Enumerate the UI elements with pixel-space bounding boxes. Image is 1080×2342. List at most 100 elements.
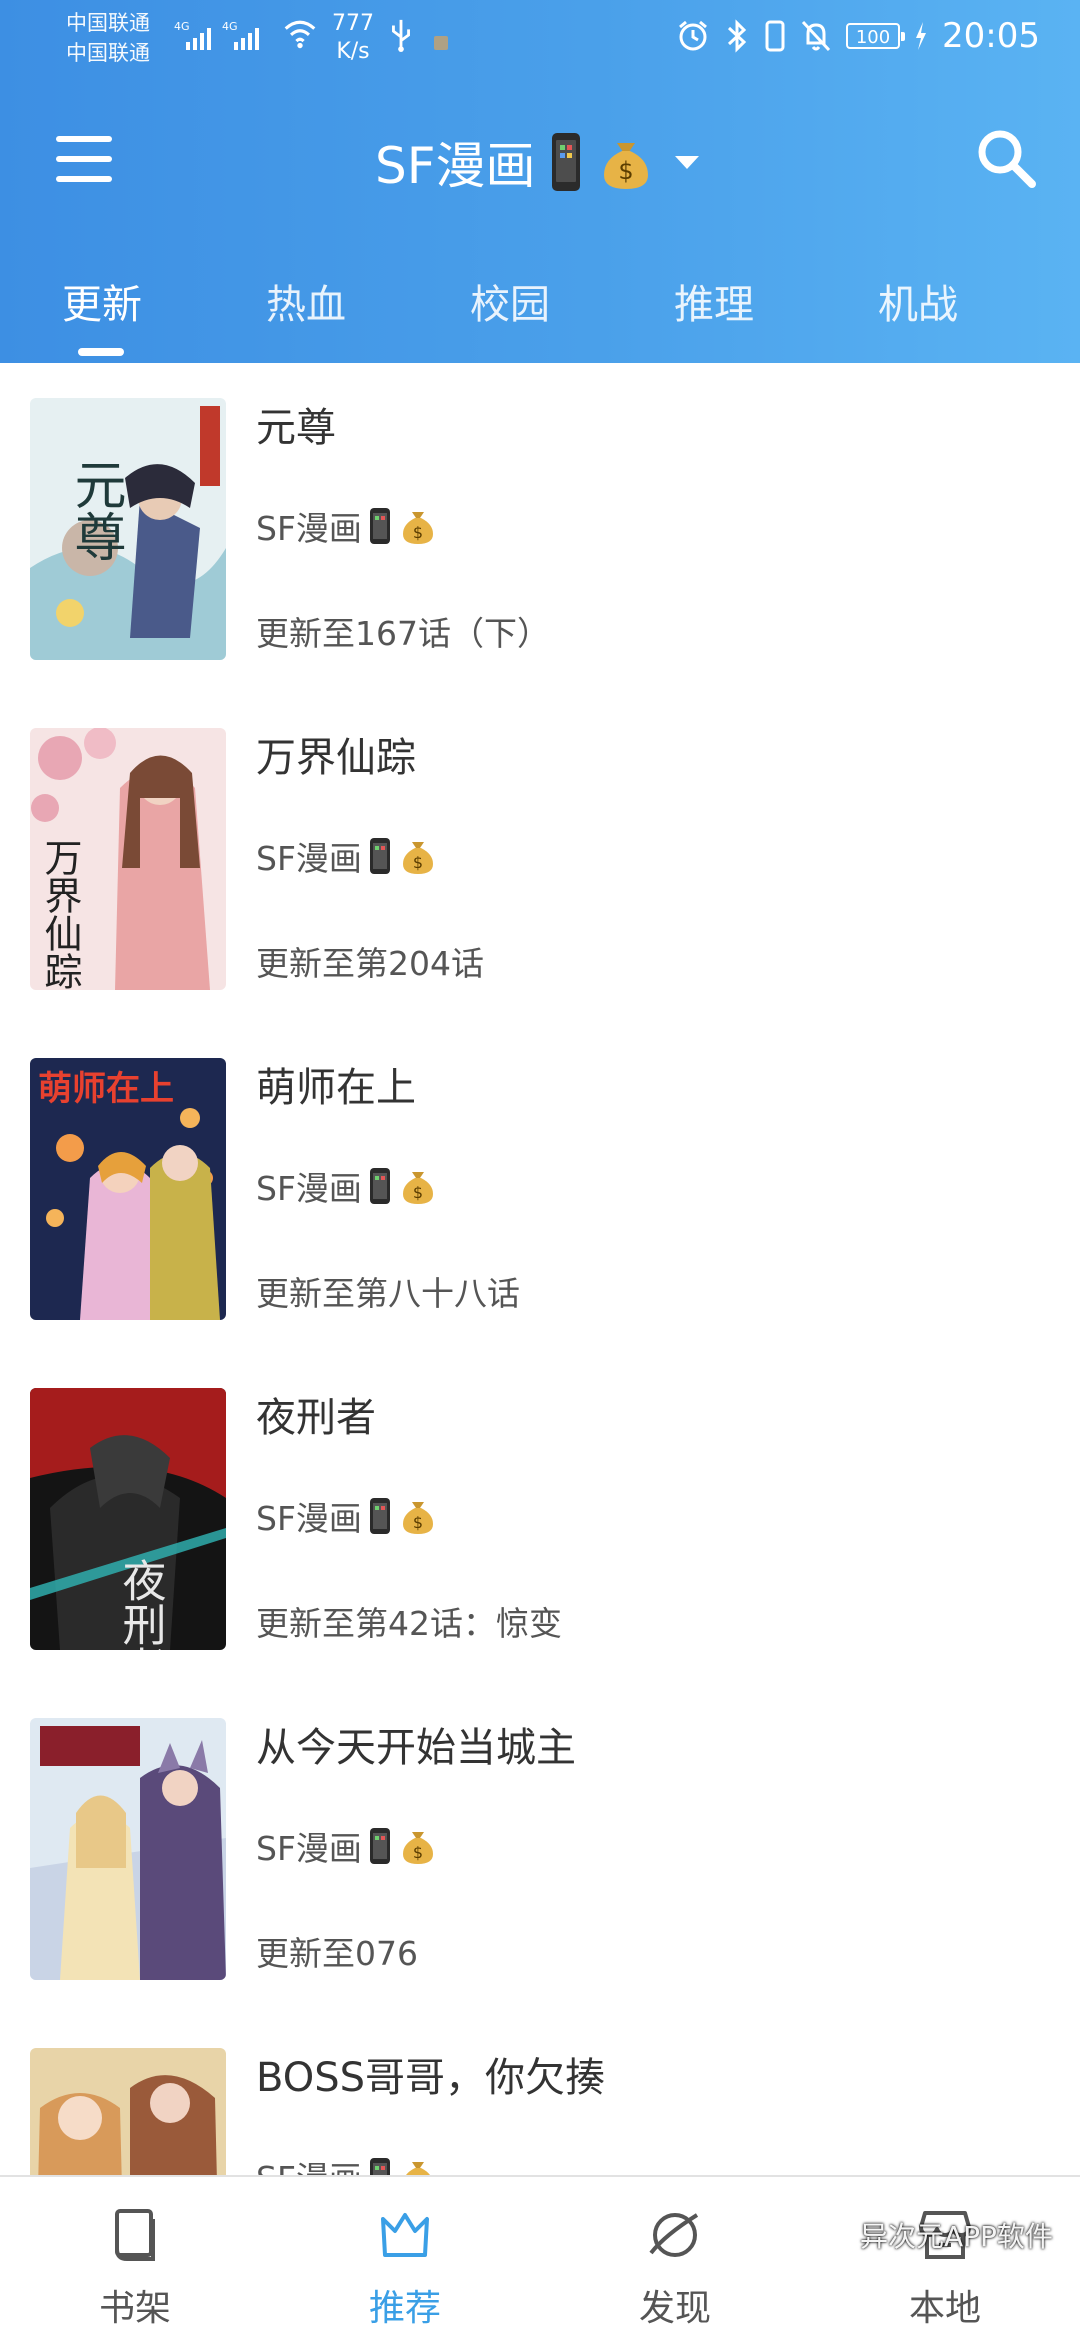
phone-emoji-icon <box>369 838 390 874</box>
list-item[interactable]: 万界仙踪 万界仙踪 SF漫画 $ 更新至第204话 <box>0 693 1080 1023</box>
dropdown-arrow-icon <box>674 156 699 169</box>
wifi-icon <box>284 20 316 49</box>
book-icon <box>115 2209 155 2261</box>
network-type-1: 4G <box>174 20 190 33</box>
phone-emoji-icon <box>369 1828 390 1864</box>
phone-emoji-icon <box>369 1498 390 1534</box>
carrier-2: 中国联通 <box>66 41 150 65</box>
source-name: SF漫画 <box>256 1169 362 1208</box>
svg-text:$: $ <box>413 1183 423 1202</box>
network-speed-unit: K/s <box>336 39 370 64</box>
money-bag-emoji-icon: $ <box>405 2162 430 2175</box>
comic-title: BOSS哥哥，你欠揍 <box>256 2055 606 2101</box>
comic-update-status: 更新至167话（下） <box>256 614 550 653</box>
source-name: SF漫画 <box>256 1499 362 1538</box>
vibrate-icon <box>765 20 785 52</box>
usb-icon <box>392 19 410 52</box>
svg-text:$: $ <box>618 157 633 185</box>
planet-icon <box>649 2213 699 2257</box>
nav-label: 本地 <box>908 2288 981 2329</box>
watermark-text: 异次元APP软件 <box>860 2220 1053 2253</box>
list-item[interactable]: 萌师在上 萌师在上 SF漫画 $ 更新至第八十八话 <box>0 1023 1080 1353</box>
comic-title: 从今天开始当城主 <box>256 1725 576 1771</box>
source-name: SF漫画 <box>256 839 362 878</box>
comic-source: SF漫画 $ <box>256 1163 436 1209</box>
money-bag-emoji-icon: $ <box>402 1502 433 1534</box>
nav-label: 推荐 <box>368 2288 441 2329</box>
money-bag-emoji-icon: $ <box>402 842 433 874</box>
nav-local[interactable]: 本地 <box>810 2177 1080 2342</box>
network-speed: 777 K/s <box>332 10 374 66</box>
active-tab-indicator <box>78 348 124 356</box>
charging-icon <box>916 22 927 50</box>
status-right: 100 20:05 <box>676 16 1040 56</box>
money-bag-emoji-icon: $ <box>603 143 648 189</box>
comic-cover <box>30 2048 226 2175</box>
list-item[interactable]: BOSS哥哥，你欠揍 SF漫画 $ <box>0 2013 1080 2175</box>
list-item[interactable]: 从今天开始当城主 SF漫画 $ 更新至076 <box>0 1683 1080 2013</box>
tab-action[interactable]: 热血 <box>216 272 396 330</box>
nav-label: 发现 <box>638 2288 711 2329</box>
search-icon[interactable] <box>974 126 1040 192</box>
comic-cover: 萌师在上 <box>30 1058 226 1320</box>
category-tabs: 更新 热血 校园 推理 机战 <box>0 248 1080 363</box>
cover-title: 元尊 <box>65 458 125 562</box>
comic-title: 万界仙踪 <box>256 735 416 781</box>
comic-update-status: 更新至第42话：惊变 <box>256 1604 562 1643</box>
tab-update[interactable]: 更新 <box>12 272 192 330</box>
comic-list: 元尊 元尊 SF漫画 $ 更新至167话（下） 万界仙踪 万界仙踪 SF漫画 $… <box>0 363 1080 2175</box>
network-speed-value: 777 <box>332 11 374 36</box>
nav-recommend[interactable]: 推荐 <box>270 2177 540 2342</box>
nav-label: 书架 <box>98 2288 171 2329</box>
notification-icon <box>434 36 448 50</box>
comic-update-status: 更新至第八十八话 <box>256 1274 520 1313</box>
app-header: 中国联通 中国联通 4G 4G 777 K/s 100 20:05 SF漫画 $… <box>0 0 1080 363</box>
money-bag-emoji-icon: $ <box>402 512 433 544</box>
carrier-1: 中国联通 <box>66 11 150 35</box>
cover-title: 萌师在上 <box>38 1069 174 1109</box>
bluetooth-icon <box>727 19 747 53</box>
nav-discover[interactable]: 发现 <box>540 2177 810 2342</box>
comic-cover: 万界仙踪 <box>30 728 226 990</box>
phone-emoji-icon <box>369 1168 390 1204</box>
battery-indicator: 100 <box>846 23 906 49</box>
svg-text:$: $ <box>413 1843 423 1862</box>
status-time: 20:05 <box>942 16 1040 56</box>
source-name: SF漫画 <box>256 509 362 548</box>
status-bar: 中国联通 中国联通 4G 4G 777 K/s 100 20:05 <box>0 0 1080 78</box>
comic-source: SF漫画 $ <box>256 833 436 879</box>
comic-cover <box>30 1718 226 1980</box>
alarm-icon <box>679 20 707 51</box>
tab-mystery[interactable]: 推理 <box>624 272 804 330</box>
list-item[interactable]: 元尊 元尊 SF漫画 $ 更新至167话（下） <box>0 363 1080 693</box>
comic-source: SF漫画 $ <box>256 2153 436 2175</box>
svg-text:$: $ <box>413 1513 423 1532</box>
network-type-2: 4G <box>222 20 238 33</box>
tab-campus[interactable]: 校园 <box>420 272 600 330</box>
list-item[interactable]: 夜刑者 夜刑者 SF漫画 $ 更新至第42话：惊变 <box>0 1353 1080 1683</box>
svg-text:$: $ <box>413 853 423 872</box>
cover-title: 万界仙踪 <box>38 838 82 990</box>
source-name: SF漫画 <box>256 1829 362 1868</box>
svg-text:$: $ <box>413 523 423 542</box>
comic-title: 元尊 <box>256 405 336 451</box>
money-bag-emoji-icon: $ <box>402 1832 433 1864</box>
bottom-nav: 书架 推荐 发现 本地 <box>0 2175 1080 2342</box>
phone-emoji-icon <box>551 133 580 191</box>
mute-bell-icon <box>801 20 831 52</box>
app-title-dropdown[interactable]: SF漫画 $ <box>375 122 702 202</box>
phone-emoji-icon <box>369 508 390 544</box>
wechat-icon <box>812 2220 851 2250</box>
comic-title: 夜刑者 <box>256 1395 376 1441</box>
comic-update-status: 更新至076 <box>256 1934 418 1973</box>
nav-bookshelf[interactable]: 书架 <box>0 2177 270 2342</box>
comic-title: 萌师在上 <box>256 1065 416 1111</box>
comic-source: SF漫画 $ <box>256 1493 436 1539</box>
comic-cover: 夜刑者 <box>30 1388 226 1650</box>
tab-mecha[interactable]: 机战 <box>828 272 1008 330</box>
comic-update-status: 更新至第204话 <box>256 944 484 983</box>
comic-source: SF漫画 $ <box>256 503 436 549</box>
menu-icon[interactable] <box>54 136 114 182</box>
crown-icon <box>381 2213 429 2257</box>
cover-title: 夜刑者 <box>115 1558 166 1650</box>
